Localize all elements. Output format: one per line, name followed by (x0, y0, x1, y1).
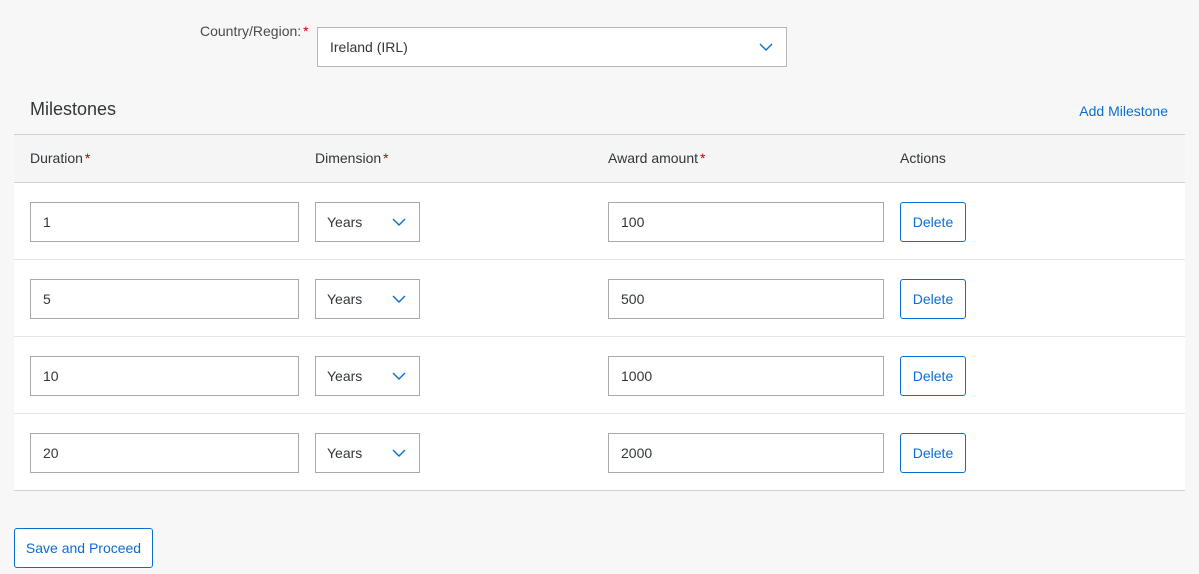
column-header-duration: Duration * (30, 150, 90, 166)
dimension-value: Years (327, 445, 363, 461)
delete-button[interactable]: Delete (900, 279, 966, 319)
column-header-dimension: Dimension * (315, 150, 389, 166)
required-marker: * (84, 150, 91, 166)
dimension-value: Years (327, 368, 363, 384)
chevron-down-icon (759, 43, 773, 51)
chevron-down-icon (392, 295, 406, 303)
award-amount-input[interactable]: 100 (608, 202, 884, 242)
dimension-select[interactable]: Years (315, 279, 420, 319)
chevron-down-icon (392, 449, 406, 457)
award-amount-input[interactable]: 2000 (608, 433, 884, 473)
table-row: 10 Years 1000 Delete (14, 337, 1185, 414)
table-header: Duration * Dimension * Award amount * Actio… (14, 135, 1185, 183)
country-region-label: Country/Region: * (200, 23, 309, 39)
duration-input[interactable]: 1 (30, 202, 299, 242)
dimension-select[interactable]: Years (315, 202, 420, 242)
required-marker: * (303, 23, 309, 39)
column-header-actions: Actions (900, 150, 946, 166)
required-marker: * (700, 150, 706, 166)
table-row: 5 Years 500 Delete (14, 260, 1185, 337)
chevron-down-icon (392, 372, 406, 380)
duration-input[interactable]: 10 (30, 356, 299, 396)
dimension-select[interactable]: Years (315, 356, 420, 396)
country-region-select[interactable]: Ireland (IRL) (317, 27, 787, 67)
save-and-proceed-button[interactable]: Save and Proceed (14, 528, 153, 568)
milestones-table: Duration * Dimension * Award amount * Actio… (14, 134, 1185, 491)
delete-button[interactable]: Delete (900, 356, 966, 396)
add-milestone-link[interactable]: Add Milestone (1079, 103, 1168, 119)
column-header-dimension-text: Dimension (315, 150, 382, 166)
column-header-duration-text: Duration (30, 150, 83, 166)
dimension-value: Years (327, 291, 363, 307)
award-amount-input[interactable]: 1000 (608, 356, 884, 396)
duration-input[interactable]: 20 (30, 433, 299, 473)
delete-button[interactable]: Delete (900, 433, 966, 473)
chevron-down-icon (392, 218, 406, 226)
dimension-select[interactable]: Years (315, 433, 420, 473)
dimension-value: Years (327, 214, 363, 230)
table-row: 1 Years 100 Delete (14, 183, 1185, 260)
milestones-title: Milestones (30, 99, 117, 119)
duration-input[interactable]: 5 (30, 279, 299, 319)
delete-button[interactable]: Delete (900, 202, 966, 242)
required-marker: * (383, 150, 389, 166)
column-header-award-amount: Award amount * (608, 150, 705, 166)
column-header-award-text: Award amount (608, 150, 699, 166)
table-row: 20 Years 2000 Delete (14, 414, 1185, 491)
country-region-label-text: Country/Region: (200, 23, 302, 39)
country-region-value: Ireland (IRL) (330, 39, 408, 55)
award-amount-input[interactable]: 500 (608, 279, 884, 319)
